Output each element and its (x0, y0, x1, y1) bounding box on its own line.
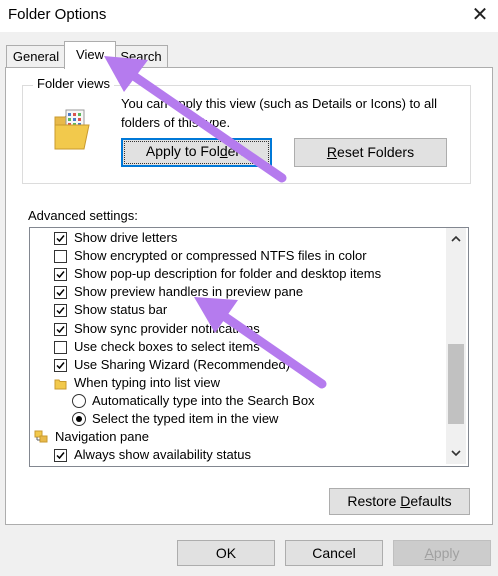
focus-rectangle (124, 141, 269, 164)
tab-search[interactable]: Search (114, 45, 168, 68)
apply-to-folders-button[interactable]: Apply to Folders (121, 138, 272, 167)
checkbox-unchecked[interactable] (54, 340, 67, 354)
scroll-down-icon[interactable] (446, 445, 466, 461)
setting-label: Navigation pane (55, 429, 149, 445)
radio-selected[interactable] (72, 412, 86, 426)
setting-label: Select the typed item in the view (92, 411, 279, 426)
reset-folders-button[interactable]: Reset Folders (294, 138, 447, 167)
setting-label: Use check boxes to select items (74, 338, 260, 354)
setting-label: When typing into list view (74, 374, 220, 390)
radio-unselected[interactable] (72, 393, 86, 408)
folder-icon (54, 377, 67, 390)
scrollbar-thumb[interactable] (448, 344, 464, 424)
tab-general[interactable]: General (6, 45, 66, 68)
navigation-pane-icon (34, 430, 50, 444)
scroll-up-icon[interactable] (446, 231, 466, 247)
radio-dot (76, 416, 82, 422)
setting-label: Use Sharing Wizard (Recommended) (74, 356, 291, 372)
tab-view[interactable]: View (64, 41, 116, 69)
setting-label: Show sync provider notifications (74, 320, 260, 336)
window-title: Folder Options (8, 6, 107, 23)
apply-label: Apply (424, 545, 460, 561)
checkbox-unchecked[interactable] (54, 250, 67, 264)
folder-views-legend: Folder views (33, 76, 114, 91)
restore-defaults-label: Restore Defaults (347, 493, 452, 509)
advanced-settings-label: Advanced settings: (28, 208, 138, 223)
reset-folders-label: Reset Folders (326, 144, 415, 160)
checkbox-checked[interactable] (54, 449, 67, 463)
ok-button[interactable]: OK (177, 540, 275, 566)
folder-views-description: You can apply this view (such as Details… (121, 96, 438, 130)
folder-view-icon (53, 107, 91, 151)
checkbox-checked[interactable] (54, 358, 67, 372)
checkbox-checked[interactable] (54, 322, 67, 336)
restore-defaults-button[interactable]: Restore Defaults (329, 488, 470, 515)
setting-label: Automatically type into the Search Box (92, 392, 315, 408)
setting-label: Show status bar (74, 302, 168, 318)
checkbox-checked[interactable] (54, 232, 67, 245)
setting-label: Show preview handlers in preview pane (74, 284, 304, 300)
apply-button[interactable]: Apply (393, 540, 491, 566)
setting-label: Show encrypted or compressed NTFS files … (74, 248, 367, 264)
checkbox-checked[interactable] (54, 304, 67, 318)
checkbox-checked[interactable] (54, 268, 67, 282)
checkbox-checked[interactable] (54, 286, 67, 300)
setting-label: Always show availability status (74, 447, 252, 463)
close-icon[interactable]: ✕ (466, 2, 494, 28)
cancel-button[interactable]: Cancel (285, 540, 383, 566)
setting-label: Show drive letters (74, 230, 178, 245)
advanced-settings-list[interactable]: Show drive letters Show encrypted or comp… (29, 227, 469, 467)
setting-label: Show pop-up description for folder and d… (74, 266, 382, 282)
